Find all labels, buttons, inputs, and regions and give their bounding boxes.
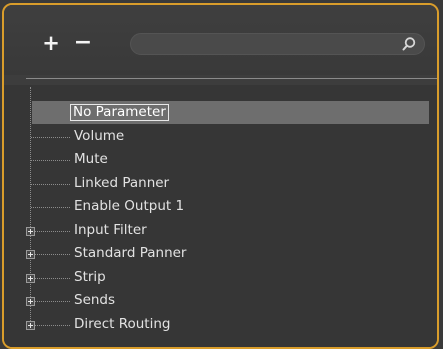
expand-icon[interactable] — [26, 273, 35, 283]
tree-item[interactable]: Mute — [32, 148, 429, 171]
tree-item-label: Strip — [74, 268, 106, 285]
tree-connector — [31, 136, 70, 138]
search-field[interactable] — [130, 33, 425, 55]
tree-connector — [35, 277, 70, 279]
tree-item[interactable]: Linked Panner — [32, 172, 429, 195]
tree-item-label: Direct Routing — [74, 315, 171, 332]
expand-icon[interactable] — [26, 297, 35, 306]
tree-item-label: Volume — [74, 127, 125, 144]
tree-item[interactable]: Standard Panner — [32, 242, 429, 265]
remove-button[interactable]: − — [72, 32, 94, 54]
tree-item[interactable]: Volume — [32, 125, 429, 148]
tree-item-label: Linked Panner — [74, 174, 170, 191]
tree-item[interactable]: Direct Routing — [32, 313, 429, 336]
tree-connector — [35, 324, 70, 326]
parameter-browser-panel: + − No Parameter Volume Mute Linked Panner E… — [2, 3, 439, 349]
tree-item[interactable]: Strip — [32, 266, 429, 289]
tree-item-label: Mute — [74, 151, 108, 167]
expand-icon[interactable] — [26, 250, 35, 259]
search-icon[interactable] — [401, 36, 417, 52]
tree-connector — [31, 160, 70, 161]
tree-connector — [35, 254, 70, 255]
tree-connector — [35, 230, 70, 232]
search-input[interactable] — [141, 36, 395, 54]
tree-item[interactable]: Sends — [32, 289, 429, 312]
add-button[interactable]: + — [40, 32, 62, 54]
tree-item[interactable]: Input Filter — [32, 219, 429, 242]
tree-item[interactable]: No Parameter — [32, 101, 429, 124]
tree-item[interactable]: Enable Output 1 — [32, 195, 429, 218]
expand-icon[interactable] — [26, 320, 35, 330]
tree-item-label: Enable Output 1 — [74, 198, 185, 214]
toolbar-divider — [26, 78, 437, 79]
tree-connector — [31, 183, 70, 185]
parameter-tree[interactable]: No Parameter Volume Mute Linked Panner Enabl… — [4, 85, 437, 347]
tree-connector — [35, 301, 70, 302]
expand-icon[interactable] — [26, 226, 35, 236]
tree-item-label: Standard Panner — [74, 245, 187, 261]
tree-item-label: No Parameter — [70, 104, 169, 121]
tree-item-label: Input Filter — [74, 221, 147, 238]
tree-item-label: Sends — [74, 292, 116, 308]
tree-connector — [31, 207, 70, 208]
toolbar: + − — [4, 5, 437, 75]
